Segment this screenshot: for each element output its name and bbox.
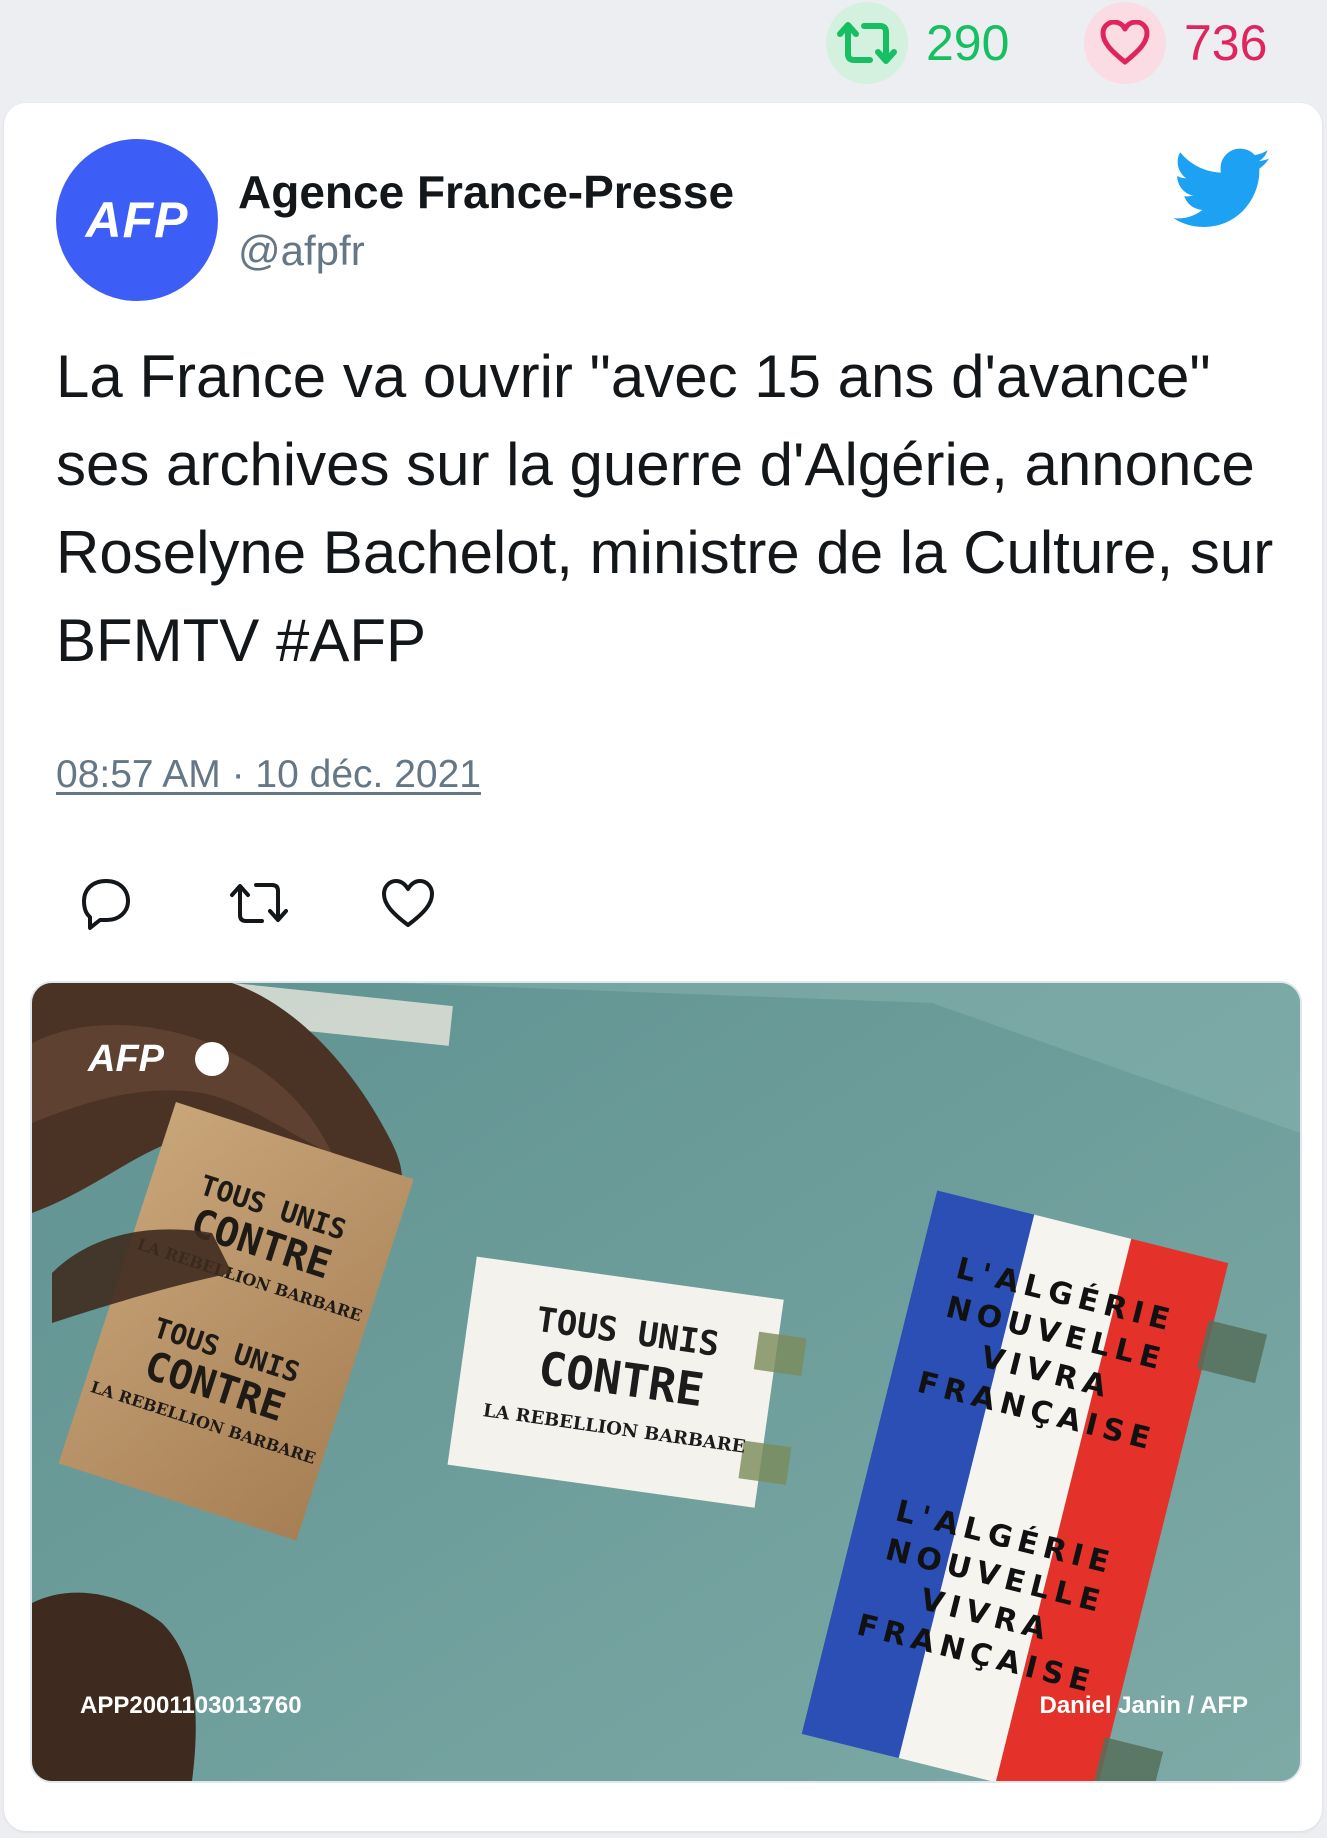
tweet-text: La France va ouvrir "avec 15 ans d'avanc…	[56, 343, 1274, 674]
tweet-photo[interactable]: TOUS UNIS CONTRE LA REBELLION BARBARE TO…	[30, 981, 1302, 1783]
tweet-timestamp[interactable]: 08:57 AM · 10 déc. 2021	[56, 753, 481, 797]
retweet-count: 290	[926, 15, 1010, 71]
photo-credit: Daniel Janin / AFP	[1040, 1692, 1249, 1719]
afp-watermark: AFP	[87, 1038, 229, 1080]
reply-icon[interactable]	[76, 873, 136, 933]
retweet-count-group[interactable]: 290	[826, 2, 1009, 84]
archive-photo: TOUS UNIS CONTRE LA REBELLION BARBARE TO…	[32, 983, 1300, 1781]
avatar[interactable]: AFP	[56, 139, 218, 301]
like-count: 736	[1184, 15, 1268, 71]
retweet-icon[interactable]	[226, 873, 292, 933]
heart-icon[interactable]	[1084, 2, 1166, 84]
like-icon[interactable]	[378, 873, 438, 933]
like-count-group[interactable]: 736	[1084, 2, 1267, 84]
author-name[interactable]: Agence France-Presse	[238, 165, 734, 219]
svg-text:AFP: AFP	[87, 1038, 165, 1080]
tweet-card: AFP Agence France-Presse @afpfr La Franc…	[4, 103, 1322, 1831]
image-id: APP2001103013760	[80, 1692, 302, 1719]
author-handle[interactable]: @afpfr	[238, 227, 365, 275]
engagement-stats: 290 736	[0, 0, 1327, 100]
retweet-icon[interactable]	[826, 2, 908, 84]
avatar-logo-text: AFP	[85, 192, 189, 248]
twitter-bird-icon[interactable]	[1174, 147, 1272, 231]
